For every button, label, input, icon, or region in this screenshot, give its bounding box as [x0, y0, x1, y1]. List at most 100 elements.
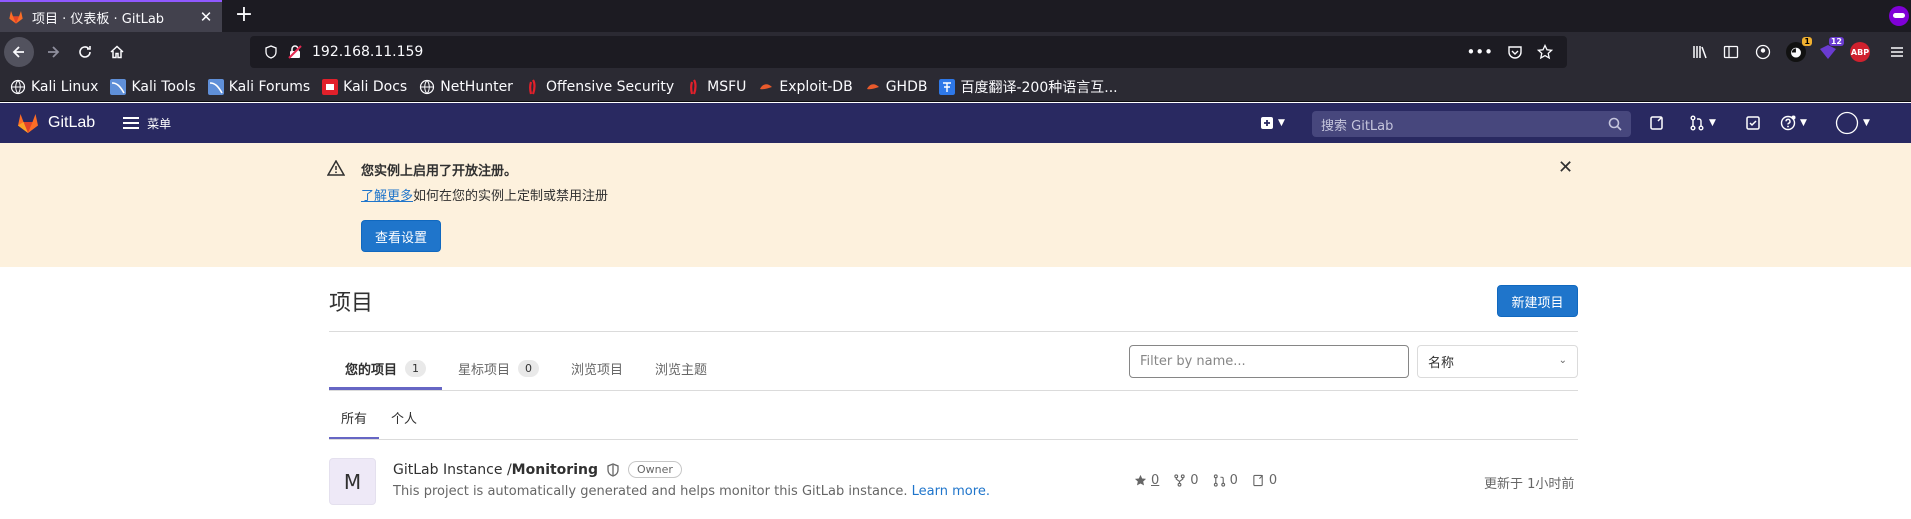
- project-avatar[interactable]: M: [329, 458, 376, 505]
- issues-count[interactable]: 0: [1252, 473, 1277, 488]
- extension-badge: 12: [1828, 37, 1844, 46]
- project-tabs: 您的项目 1 星标项目 0 浏览项目 浏览主题: [329, 347, 723, 390]
- subtab-personal[interactable]: 个人: [379, 395, 429, 439]
- abp-label: ABP: [1850, 47, 1870, 57]
- tab-explore-projects[interactable]: 浏览项目: [555, 347, 639, 390]
- bookmark-item[interactable]: GHDB: [865, 79, 927, 95]
- bookmark-item[interactable]: Kali Docs: [322, 78, 407, 95]
- forward-button[interactable]: [38, 37, 68, 67]
- forks-value: 0: [1190, 473, 1199, 488]
- star-icon: [1134, 474, 1147, 486]
- bookmark-label: MSFU: [707, 78, 747, 95]
- search-input[interactable]: 搜索 GitLab: [1312, 111, 1631, 137]
- sidebar-icon[interactable]: [1721, 42, 1741, 62]
- open-registration-banner: 您实例上启用了开放注册。 了解更多如何在您的实例上定制或禁用注册 查看设置 ✕: [0, 143, 1911, 267]
- issues-value: 0: [1268, 473, 1278, 488]
- bookmark-item[interactable]: Kali Tools: [110, 78, 196, 95]
- extension-badge: 1: [1802, 37, 1812, 46]
- tab-close-icon[interactable]: ✕: [198, 8, 214, 26]
- tab-label: 您的项目: [345, 363, 398, 378]
- updated-timestamp: 更新于 1小时前: [1484, 477, 1575, 492]
- issues-button[interactable]: [1649, 112, 1665, 134]
- hamburger-icon: [123, 117, 140, 129]
- tracking-protection-icon[interactable]: [264, 45, 278, 59]
- browser-tab[interactable]: 项目 · 仪表板 · GitLab ✕: [0, 0, 222, 32]
- back-arrow-icon: [12, 46, 24, 58]
- offsec-icon: [690, 78, 697, 94]
- filter-input[interactable]: Filter by name...: [1129, 345, 1409, 378]
- new-dropdown-button[interactable]: ▼: [1260, 112, 1285, 134]
- app-menu-icon[interactable]: [1887, 42, 1907, 62]
- gitlab-logo-icon[interactable]: [16, 111, 40, 135]
- menu-button[interactable]: 菜单: [123, 115, 171, 132]
- bookmark-item[interactable]: MSFU: [686, 79, 746, 95]
- todos-button[interactable]: [1745, 112, 1761, 134]
- url-bar[interactable]: 192.168.11.159 •••: [250, 36, 1567, 68]
- account-icon[interactable]: [1753, 42, 1773, 62]
- count-badge: 0: [518, 360, 540, 377]
- home-button[interactable]: [102, 37, 132, 67]
- issues-icon: [1253, 474, 1263, 487]
- view-settings-button[interactable]: 查看设置: [361, 220, 441, 252]
- sort-dropdown[interactable]: 名称 ⌄: [1417, 345, 1578, 378]
- bookmark-item[interactable]: 百度翻译-200种语言互...: [939, 77, 1118, 97]
- pocket-icon[interactable]: [1507, 44, 1523, 60]
- stars-count[interactable]: 0: [1134, 473, 1159, 488]
- search-placeholder: 搜索 GitLab: [1321, 118, 1394, 134]
- page-title: 项目: [329, 291, 374, 316]
- merge-request-icon: [1690, 115, 1704, 131]
- kali-docs-icon: [322, 78, 339, 95]
- page-actions-icon[interactable]: •••: [1466, 43, 1493, 61]
- project-namespace: GitLab Instance /: [393, 461, 512, 478]
- issues-icon: [1650, 116, 1663, 130]
- subtab-all[interactable]: 所有: [329, 395, 380, 439]
- bookmark-item[interactable]: Exploit-DB: [758, 78, 853, 95]
- bookmark-item[interactable]: Kali Linux: [10, 79, 98, 95]
- merge-requests-value: 0: [1229, 473, 1238, 488]
- fork-icon: [1174, 474, 1185, 487]
- brand-name[interactable]: GitLab: [48, 114, 95, 132]
- project-stats: 0 0 0 0: [1134, 473, 1291, 488]
- search-icon: [1608, 117, 1622, 131]
- bookmark-item[interactable]: Kali Forums: [207, 78, 310, 95]
- close-icon[interactable]: ✕: [1558, 157, 1573, 178]
- warning-icon: [327, 160, 345, 176]
- plus-square-icon: [1261, 117, 1273, 129]
- ownership-subtabs: 所有 个人: [329, 395, 429, 439]
- bookmark-item[interactable]: NetHunter: [419, 79, 513, 95]
- banner-text: 了解更多如何在您的实例上定制或禁用注册: [361, 185, 608, 204]
- todo-check-icon: [1746, 116, 1760, 130]
- library-icon[interactable]: [1690, 42, 1710, 62]
- back-button[interactable]: [4, 37, 34, 67]
- bookmark-item[interactable]: Offensive Security: [525, 79, 674, 95]
- tab-starred-projects[interactable]: 星标项目 0: [442, 347, 555, 390]
- merge-requests-button[interactable]: ▼: [1689, 112, 1716, 134]
- learn-more-link[interactable]: Learn more.: [912, 484, 990, 499]
- project-name-link[interactable]: GitLab Instance / Monitoring Owner: [393, 461, 682, 478]
- bookmark-label: Offensive Security: [545, 78, 675, 95]
- insecure-lock-icon[interactable]: [288, 45, 302, 59]
- help-button[interactable]: ▼: [1780, 112, 1807, 134]
- count-badge: 1: [405, 360, 427, 377]
- tab-explore-topics[interactable]: 浏览主题: [639, 347, 723, 390]
- url-text[interactable]: 192.168.11.159: [312, 44, 1466, 60]
- new-tab-button[interactable]: +: [232, 4, 256, 28]
- divider: [329, 439, 1578, 440]
- offsec-icon: [529, 78, 536, 94]
- learn-more-link[interactable]: 了解更多: [361, 189, 413, 204]
- bookmark-label: Exploit-DB: [779, 78, 853, 95]
- user-menu-button[interactable]: ▼: [1835, 111, 1870, 135]
- description-text: This project is automatically generated …: [393, 484, 908, 499]
- bookmark-star-icon[interactable]: [1537, 44, 1553, 60]
- chevron-down-icon: ⌄: [1558, 355, 1567, 366]
- new-project-button[interactable]: 新建项目: [1497, 285, 1578, 317]
- forks-count[interactable]: 0: [1173, 473, 1199, 488]
- extension-wappalyzer-icon[interactable]: 12: [1818, 37, 1844, 62]
- role-badge: Owner: [628, 461, 682, 478]
- divider: [329, 331, 1578, 332]
- adblock-plus-icon[interactable]: ABP: [1850, 42, 1870, 62]
- merge-requests-count[interactable]: 0: [1213, 473, 1238, 488]
- tab-your-projects[interactable]: 您的项目 1: [329, 347, 443, 390]
- extension-foxyproxy-icon[interactable]: ◕ 1: [1786, 37, 1812, 62]
- reload-button[interactable]: [70, 37, 100, 67]
